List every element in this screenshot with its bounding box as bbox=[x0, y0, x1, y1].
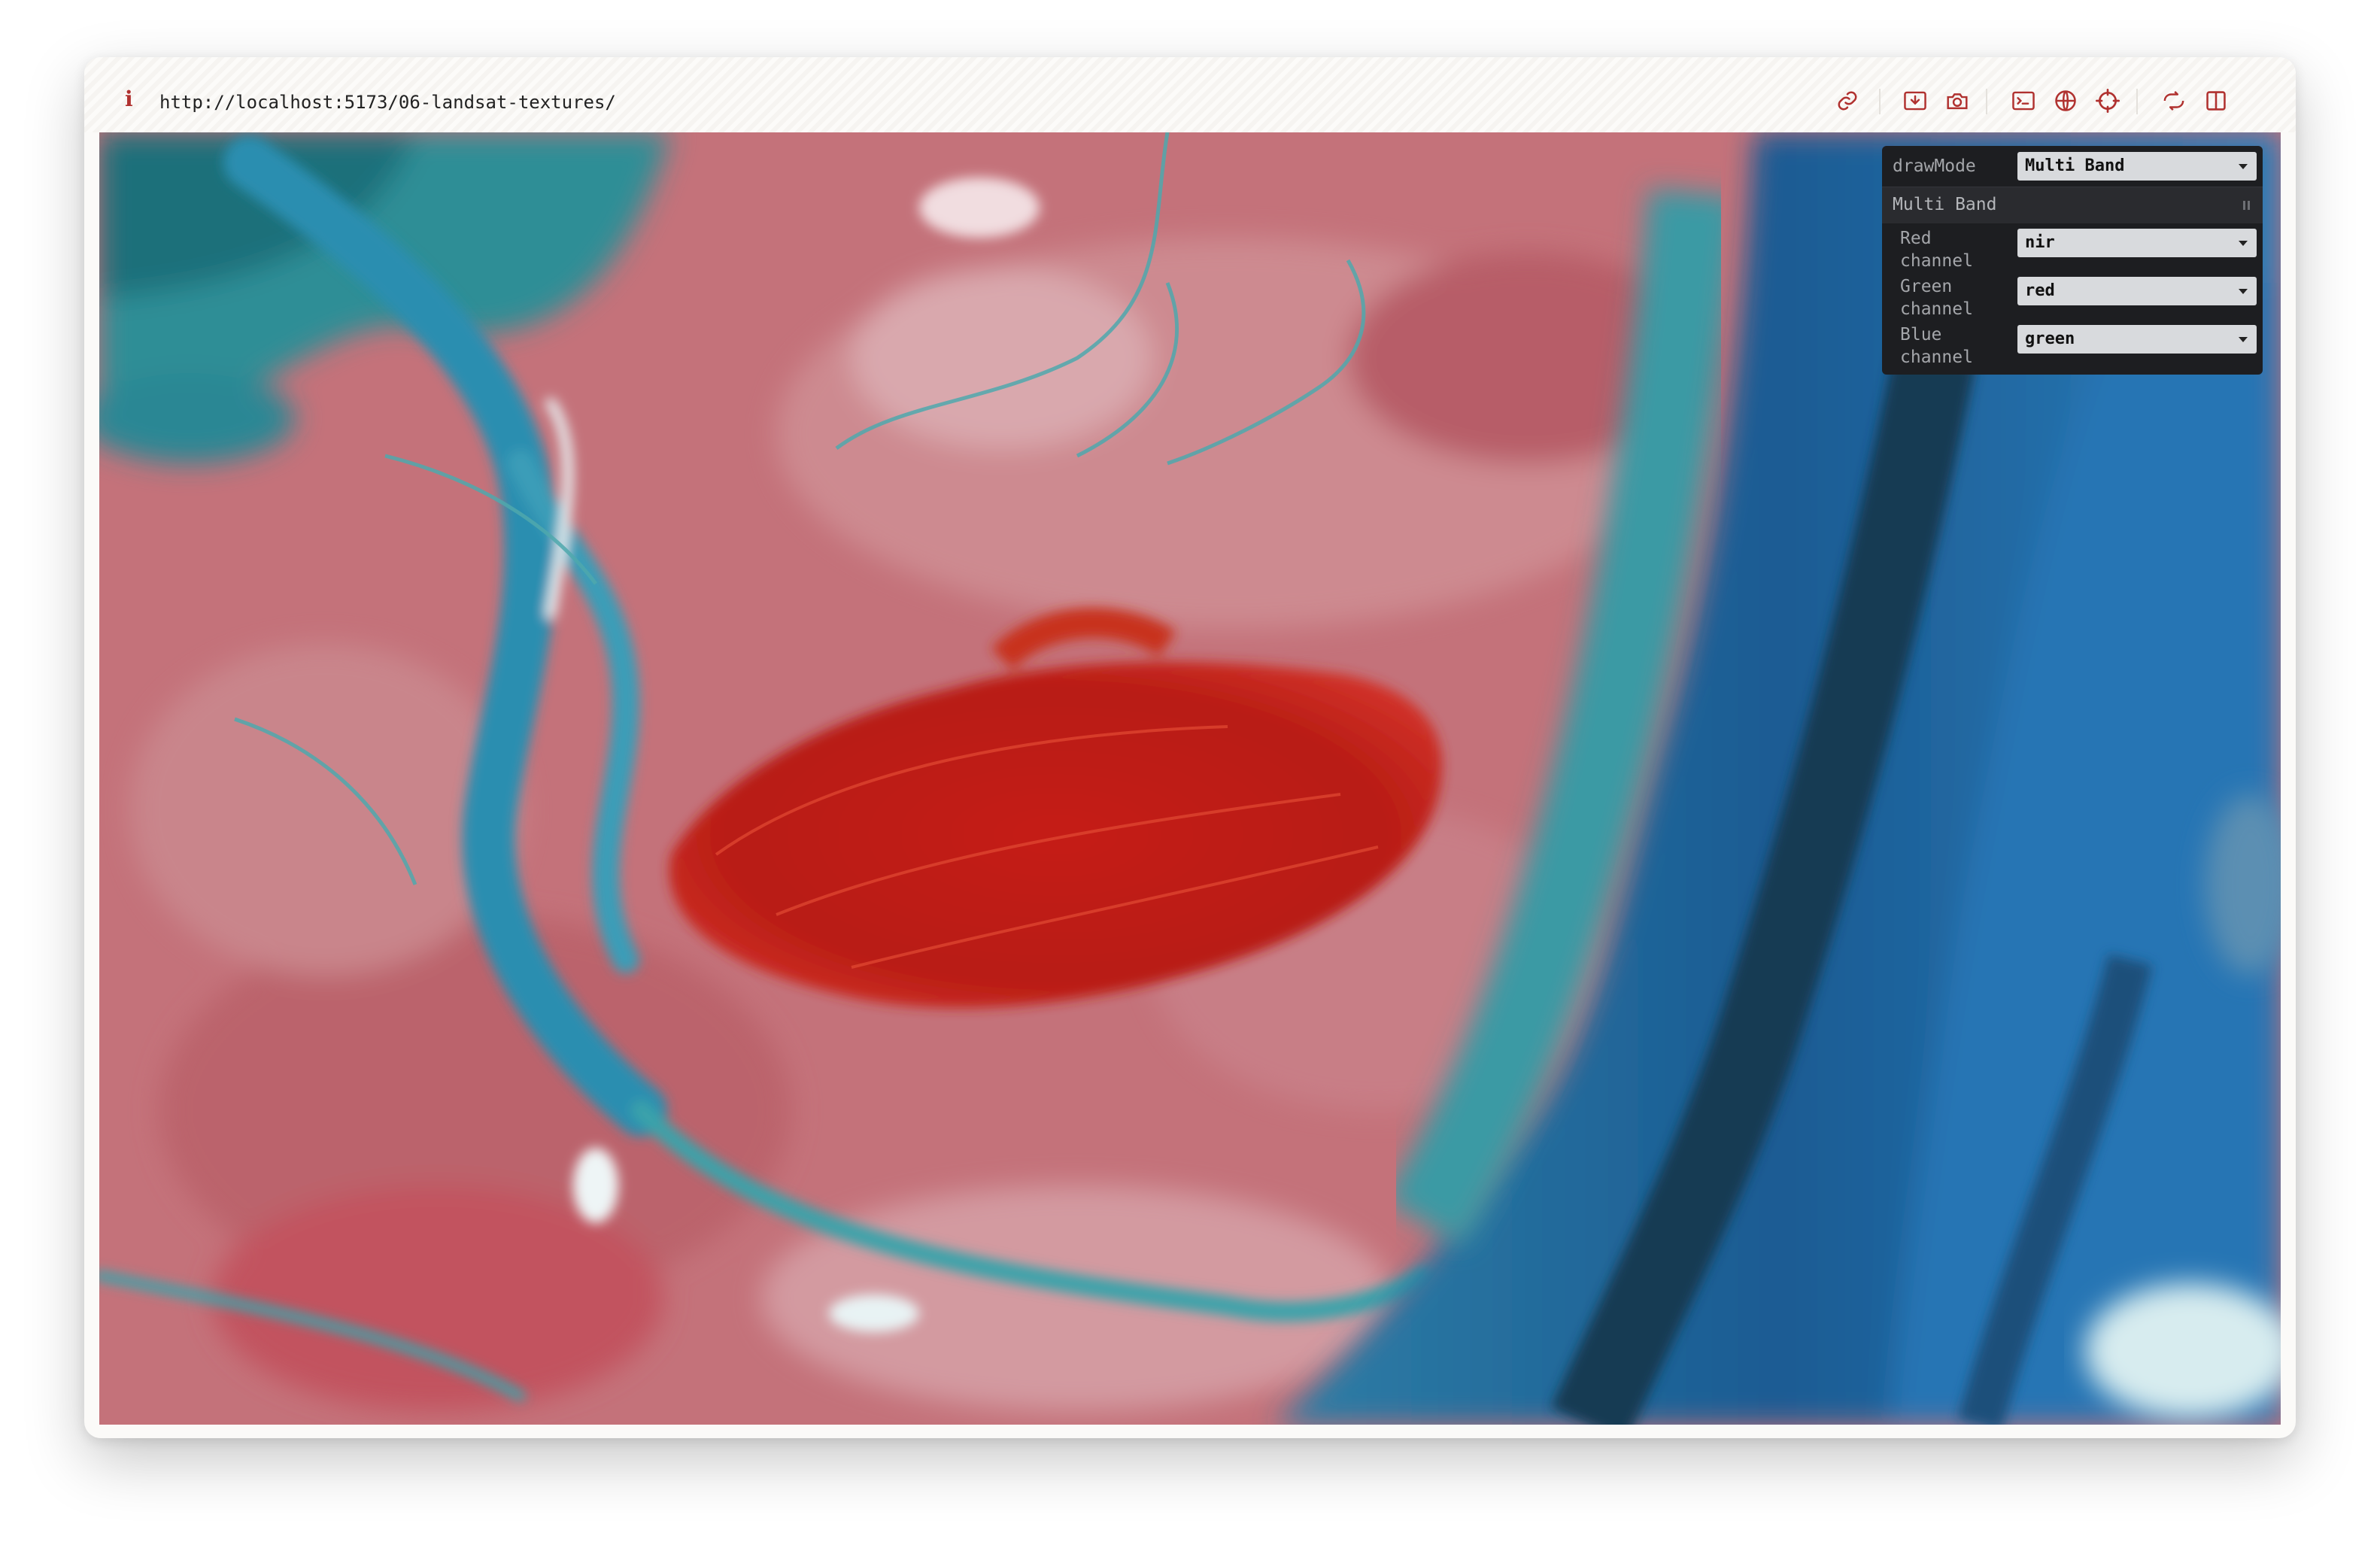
red-channel-row: Red channel nir bbox=[1882, 226, 2263, 274]
red-channel-select[interactable]: nir bbox=[2017, 229, 2257, 257]
folder-title-label: Multi Band bbox=[1893, 195, 1997, 214]
camera-icon[interactable] bbox=[1939, 81, 1975, 120]
gui-panel: drawMode Multi Band Multi Band Red chann… bbox=[1882, 146, 2263, 375]
green-channel-value: red bbox=[2025, 281, 2055, 300]
green-channel-label-line1: Green bbox=[1900, 277, 1953, 296]
red-channel-label-line2: channel bbox=[1900, 251, 1973, 271]
globe-icon[interactable] bbox=[2048, 81, 2084, 120]
blue-channel-row: Blue channel green bbox=[1882, 322, 2263, 370]
drawmode-select[interactable]: Multi Band bbox=[2017, 152, 2257, 181]
drawmode-row: drawMode Multi Band bbox=[1882, 146, 2263, 187]
chevron-down-icon bbox=[2239, 241, 2248, 246]
sidebar-icon[interactable] bbox=[2198, 81, 2234, 120]
url-bar[interactable]: http://localhost:5173/06-landsat-texture… bbox=[159, 92, 616, 113]
crosshair-icon[interactable] bbox=[2090, 81, 2126, 120]
info-icon[interactable]: i bbox=[125, 89, 133, 110]
drawmode-label: drawMode bbox=[1893, 156, 1976, 176]
green-channel-select[interactable]: red bbox=[2017, 277, 2257, 305]
blue-channel-label: Blue channel bbox=[1900, 323, 1973, 369]
red-channel-value: nir bbox=[2025, 233, 2055, 252]
collapse-icon[interactable] bbox=[2243, 201, 2251, 210]
browser-window: i http://localhost:5173/06-landsat-textu… bbox=[84, 57, 2296, 1438]
folder-title-multi-band[interactable]: Multi Band bbox=[1882, 187, 2263, 223]
blue-channel-value: green bbox=[2025, 329, 2075, 348]
toolbar-divider bbox=[1986, 89, 1987, 114]
toolbar-divider bbox=[2136, 89, 2138, 114]
red-channel-label: Red channel bbox=[1900, 227, 1973, 272]
toolbar-divider bbox=[1879, 89, 1881, 114]
green-channel-label-line2: channel bbox=[1900, 299, 1973, 319]
sync-icon[interactable] bbox=[2156, 81, 2192, 120]
chevron-down-icon bbox=[2239, 289, 2248, 294]
link-icon[interactable] bbox=[1829, 81, 1865, 120]
green-channel-label: Green channel bbox=[1900, 275, 1973, 320]
chevron-down-icon bbox=[2239, 337, 2248, 342]
browser-toolbar: i http://localhost:5173/06-landsat-textu… bbox=[84, 57, 2296, 132]
green-channel-row: Green channel red bbox=[1882, 274, 2263, 322]
terminal-icon[interactable] bbox=[2005, 81, 2042, 120]
download-icon[interactable] bbox=[1897, 81, 1933, 120]
chevron-down-icon bbox=[2239, 164, 2248, 169]
blue-channel-label-line2: channel bbox=[1900, 348, 1973, 367]
blue-channel-select[interactable]: green bbox=[2017, 325, 2257, 354]
toolbar-actions bbox=[1829, 81, 2296, 120]
drawmode-value: Multi Band bbox=[2025, 156, 2125, 175]
blue-channel-label-line1: Blue bbox=[1900, 325, 1942, 344]
landsat-map-canvas[interactable]: drawMode Multi Band Multi Band Red chann… bbox=[99, 132, 2281, 1425]
red-channel-label-line1: Red bbox=[1900, 229, 1932, 248]
